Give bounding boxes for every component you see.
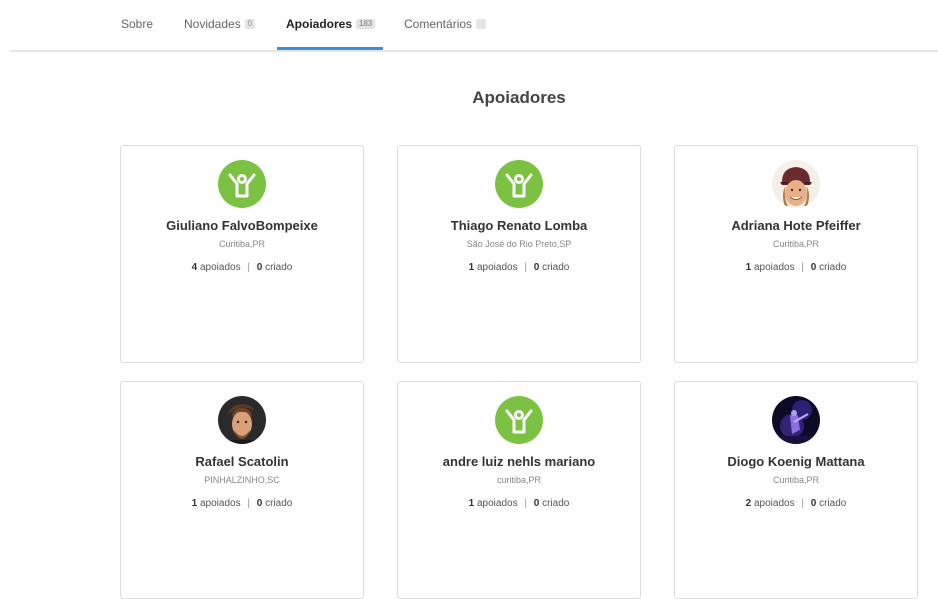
supporter-card[interactable]: Thiago Renato Lomba São José do Rio Pret… (397, 145, 641, 363)
created-count: 0 (533, 498, 540, 509)
supporter-stats: 1 apoiados | 0 criado (398, 262, 640, 273)
supporter-stats: 1 apoiados | 0 criado (398, 498, 640, 509)
backed-label: apoiados (753, 262, 795, 273)
backed-count: 1 (745, 262, 752, 273)
supporter-location: Curitiba,PR (218, 239, 265, 249)
created-count: 0 (810, 498, 817, 509)
section-title: Apoiadores (472, 88, 566, 107)
supporter-card[interactable]: Adriana Hote Pfeiffer Curitiba,PR 1 apoi… (674, 145, 918, 363)
backed-count: 1 (468, 262, 475, 273)
backed-label: apoiados (476, 498, 518, 509)
supporter-stats: 1 apoiados | 0 criado (675, 262, 917, 273)
default-supporter-icon (495, 396, 543, 444)
supporter-location: curitiba,PR (496, 475, 541, 485)
tab-bar: Sobre Novidades 0 Apoiadores 183 Comentá… (0, 0, 938, 52)
backed-count: 2 (745, 498, 752, 509)
created-count: 0 (256, 498, 263, 509)
created-label: criado (542, 498, 570, 509)
photo-woman-hat-avatar (772, 160, 820, 208)
supporter-name[interactable]: Giuliano FalvoBompeixe (121, 218, 363, 233)
supporter-stats: 1 apoiados | 0 criado (121, 498, 363, 509)
count-badge: 183 (356, 19, 376, 29)
photo-concert-avatar (772, 396, 820, 444)
count-badge (476, 19, 487, 29)
supporter-stats: 4 apoiados | 0 criado (121, 262, 363, 273)
supporter-name[interactable]: Thiago Renato Lomba (398, 218, 640, 233)
tab-label: Sobre (121, 17, 154, 31)
supporter-name[interactable]: Diogo Koenig Mattana (675, 454, 917, 469)
supporter-card[interactable]: Diogo Koenig Mattana Curitiba,PR 2 apoia… (674, 381, 918, 599)
supporter-stats: 2 apoiados | 0 criado (675, 498, 917, 509)
separator: | (247, 262, 250, 273)
supporter-name[interactable]: Rafael Scatolin (121, 454, 363, 469)
created-count: 0 (810, 262, 817, 273)
supporter-card[interactable]: andre luiz nehls mariano curitiba,PR 1 a… (397, 381, 641, 599)
photo-man-avatar (218, 396, 266, 444)
created-label: criado (265, 262, 293, 273)
tab-label: Novidades (184, 17, 241, 31)
tab-sobre[interactable]: Sobre (121, 16, 153, 32)
separator: | (524, 498, 527, 509)
separator: | (801, 498, 804, 509)
tab-divider (10, 50, 938, 52)
separator: | (801, 262, 804, 273)
tab-comentarios[interactable]: Comentários (404, 16, 487, 32)
supporter-location: São José do Rio Preto,SP (466, 239, 572, 249)
created-count: 0 (533, 262, 540, 273)
backed-count: 1 (191, 498, 198, 509)
default-supporter-icon (218, 160, 266, 208)
supporter-card[interactable]: Rafael Scatolin PINHALZINHO,SC 1 apoiado… (120, 381, 364, 599)
supporter-card[interactable]: Giuliano FalvoBompeixe Curitiba,PR 4 apo… (120, 145, 364, 363)
backed-label: apoiados (199, 498, 241, 509)
supporter-name[interactable]: andre luiz nehls mariano (398, 454, 640, 469)
supporter-location: PINHALZINHO,SC (204, 475, 280, 485)
backed-label: apoiados (199, 262, 241, 273)
supporter-name[interactable]: Adriana Hote Pfeiffer (675, 218, 917, 233)
created-count: 0 (256, 262, 263, 273)
created-label: criado (265, 498, 293, 509)
supporter-location: Curitiba,PR (772, 475, 819, 485)
tab-label: Apoiadores (286, 17, 353, 31)
backed-count: 4 (191, 262, 198, 273)
count-badge: 0 (244, 19, 256, 29)
tab-apoiadores[interactable]: Apoiadores 183 (286, 16, 376, 32)
separator: | (247, 498, 250, 509)
tab-label: Comentários (404, 17, 473, 31)
separator: | (524, 262, 527, 273)
created-label: criado (542, 262, 570, 273)
backed-count: 1 (468, 498, 475, 509)
created-label: criado (819, 262, 847, 273)
backed-label: apoiados (476, 262, 518, 273)
backed-label: apoiados (753, 498, 795, 509)
supporter-location: Curitiba,PR (772, 239, 819, 249)
created-label: criado (819, 498, 847, 509)
default-supporter-icon (495, 160, 543, 208)
tab-novidades[interactable]: Novidades 0 (184, 16, 256, 32)
